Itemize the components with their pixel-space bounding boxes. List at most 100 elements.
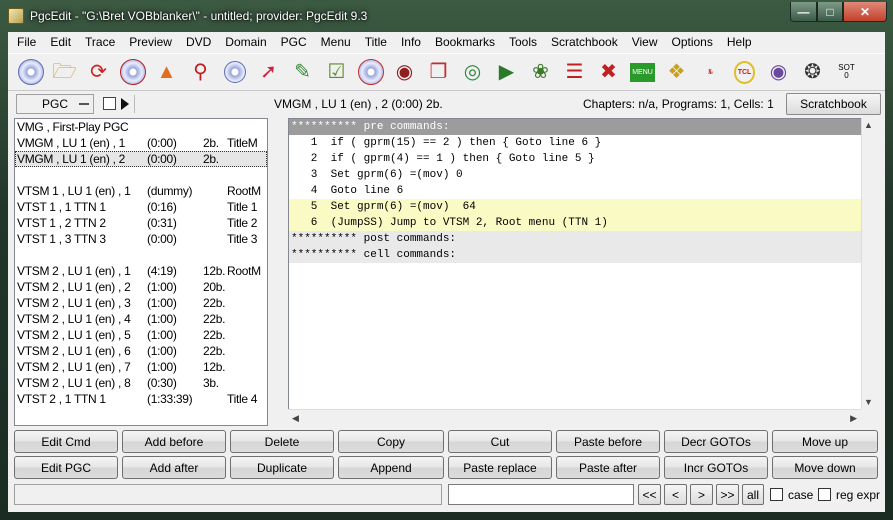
command-line[interactable]: 4 Goto line 6	[289, 183, 861, 199]
scratchbook-button[interactable]: Scratchbook	[786, 93, 881, 115]
menu-icon[interactable]: MENU	[627, 57, 658, 88]
stop-disc-icon[interactable]	[355, 57, 386, 88]
menu-pgc[interactable]: PGC	[274, 35, 314, 49]
incr-gotos-button[interactable]: Incr GOTOs	[664, 456, 768, 479]
search-all-button[interactable]: all	[742, 484, 764, 505]
multi-disc-icon[interactable]	[219, 57, 250, 88]
search-next-button[interactable]: >	[690, 484, 713, 505]
maximize-button[interactable]: □	[817, 2, 843, 22]
pgc-list-item[interactable]: VTST 1 , 3 TTN 3 (0:00) Title 3	[15, 231, 267, 247]
pgc-list-item[interactable]	[15, 247, 267, 263]
move-down-button[interactable]: Move down	[772, 456, 878, 479]
search-first-button[interactable]: <<	[638, 484, 661, 505]
film-cross-icon[interactable]: ✖	[593, 57, 624, 88]
compass-icon[interactable]: ❂	[797, 57, 828, 88]
pgc-list-item[interactable]: VTSM 2 , LU 1 (en) , 8 (0:30) 3b.	[15, 375, 267, 391]
pgc-list-item[interactable]: VTSM 1 , LU 1 (en) , 1 (dummy) RootM	[15, 183, 267, 199]
add-before-button[interactable]: Add before	[122, 430, 226, 453]
cut-button[interactable]: Cut	[448, 430, 552, 453]
play-preview-icon[interactable]: ▶	[491, 57, 522, 88]
command-editor[interactable]: ********** pre commands: 1 if ( gprm(15)…	[288, 118, 861, 409]
numbers-icon[interactable]: №	[695, 57, 726, 88]
command-line[interactable]: 3 Set gprm(6) =(mov) 0	[289, 167, 861, 183]
command-line[interactable]: ********** cell commands:	[289, 247, 861, 263]
search-prev-button[interactable]: <	[664, 484, 687, 505]
rocket-icon[interactable]: ▲	[151, 57, 182, 88]
pgc-list-item[interactable]: VTSM 2 , LU 1 (en) , 1 (4:19) 12b. RootM	[15, 263, 267, 279]
menu-info[interactable]: Info	[394, 35, 428, 49]
globe-icon[interactable]: ◎	[457, 57, 488, 88]
menu-title[interactable]: Title	[358, 35, 394, 49]
pgc-list-item[interactable]: VTSM 2 , LU 1 (en) , 5 (1:00) 22b.	[15, 327, 267, 343]
menu-scratchbook[interactable]: Scratchbook	[544, 35, 625, 49]
toggle-checkbox[interactable]	[103, 97, 116, 110]
search-input[interactable]	[448, 484, 634, 505]
delete-button[interactable]: Delete	[230, 430, 334, 453]
pgc-list-item[interactable]: VTSM 2 , LU 1 (en) , 7 (1:00) 12b.	[15, 359, 267, 375]
pgc-list-item[interactable]: VTST 1 , 1 TTN 1 (0:16) Title 1	[15, 199, 267, 215]
pgc-list-item[interactable]: VMGM , LU 1 (en) , 1 (0:00) 2b. TitleM	[15, 135, 267, 151]
script-icon[interactable]: ✎	[287, 57, 318, 88]
menu-trace[interactable]: Trace	[78, 35, 122, 49]
command-line[interactable]: 1 if ( gprm(15) == 2 ) then { Goto line …	[289, 135, 861, 151]
disc-film-icon[interactable]: ◉	[389, 57, 420, 88]
pgc-dropdown[interactable]: PGC	[16, 94, 94, 114]
chain-icon[interactable]: ❖	[661, 57, 692, 88]
paste-before-button[interactable]: Paste before	[556, 430, 660, 453]
add-after-button[interactable]: Add after	[122, 456, 226, 479]
append-button[interactable]: Append	[338, 456, 444, 479]
scroll-right-icon[interactable]: ▶	[850, 413, 857, 424]
pgc-list-item[interactable]: VTSM 2 , LU 1 (en) , 4 (1:00) 22b.	[15, 311, 267, 327]
command-line[interactable]: ********** pre commands:	[289, 119, 861, 135]
title-bar[interactable]: PgcEdit - "G:\Bret VOBblanker\" - untitl…	[0, 0, 893, 32]
menu-view[interactable]: View	[625, 35, 665, 49]
checklist-icon[interactable]: ☑	[321, 57, 352, 88]
search-last-button[interactable]: >>	[716, 484, 739, 505]
menu-tools[interactable]: Tools	[502, 35, 544, 49]
pgc-list-item[interactable]: VTST 2 , 1 TTN 1 (1:33:39) Title 4	[15, 391, 267, 407]
command-line[interactable]: ********** post commands:	[289, 231, 861, 247]
command-line[interactable]: 2 if ( gprm(4) == 1 ) then { Goto line 5…	[289, 151, 861, 167]
move-up-button[interactable]: Move up	[772, 430, 878, 453]
pgc-list-item[interactable]: VMG , First-Play PGC	[15, 119, 267, 135]
pgc-list[interactable]: VMG , First-Play PGC VMGM , LU 1 (en) , 1…	[14, 118, 268, 426]
pgc-list-item[interactable]: VTSM 2 , LU 1 (en) , 6 (1:00) 22b.	[15, 343, 267, 359]
menu-dvd[interactable]: DVD	[179, 35, 218, 49]
reload-icon[interactable]: ⟳	[83, 57, 114, 88]
pgc-list-item[interactable]: VTST 1 , 2 TTN 2 (0:31) Title 2	[15, 215, 267, 231]
open-disc-icon[interactable]	[15, 57, 46, 88]
scroll-up-icon[interactable]: ▲	[864, 120, 873, 130]
menu-bookmarks[interactable]: Bookmarks	[428, 35, 502, 49]
search-disc-icon[interactable]: ⚲	[185, 57, 216, 88]
menu-edit[interactable]: Edit	[43, 35, 78, 49]
bug-icon[interactable]: ❀	[525, 57, 556, 88]
menu-options[interactable]: Options	[665, 35, 720, 49]
open-folder-icon[interactable]: 🗁	[49, 57, 80, 88]
copy-pages-icon[interactable]: ❐	[423, 57, 454, 88]
pgc-list-item[interactable]: VTSM 2 , LU 1 (en) , 2 (1:00) 20b.	[15, 279, 267, 295]
close-button[interactable]: ✕	[843, 2, 887, 22]
sot-icon[interactable]: SOT 0	[831, 57, 862, 88]
scroll-down-icon[interactable]: ▼	[864, 397, 873, 407]
save-disc-icon[interactable]	[117, 57, 148, 88]
case-checkbox[interactable]	[770, 488, 783, 501]
duplicate-button[interactable]: Duplicate	[230, 456, 334, 479]
tcl-icon[interactable]: TCL	[729, 57, 760, 88]
edit-cmd-button[interactable]: Edit Cmd	[14, 430, 118, 453]
regex-checkbox[interactable]	[818, 488, 831, 501]
command-line[interactable]: 5 Set gprm(6) =(mov) 64	[289, 199, 861, 215]
pgc-list-item[interactable]	[15, 167, 267, 183]
edit-pgc-button[interactable]: Edit PGC	[14, 456, 118, 479]
scroll-left-icon[interactable]: ◀	[292, 413, 299, 424]
menu-menu[interactable]: Menu	[314, 35, 358, 49]
paste-after-button[interactable]: Paste after	[556, 456, 660, 479]
play-icon[interactable]	[121, 98, 129, 110]
menu-preview[interactable]: Preview	[122, 35, 179, 49]
decr-gotos-button[interactable]: Decr GOTOs	[664, 430, 768, 453]
command-line[interactable]: 6 (JumpSS) Jump to VTSM 2, Root menu (TT…	[289, 215, 861, 231]
menu-help[interactable]: Help	[720, 35, 759, 49]
pgc-list-item[interactable]: VTSM 2 , LU 1 (en) , 3 (1:00) 22b.	[15, 295, 267, 311]
minimize-button[interactable]: —	[790, 2, 817, 22]
horizontal-scrollbar[interactable]: ◀ ▶	[288, 409, 861, 426]
eye-icon[interactable]: ◉	[763, 57, 794, 88]
